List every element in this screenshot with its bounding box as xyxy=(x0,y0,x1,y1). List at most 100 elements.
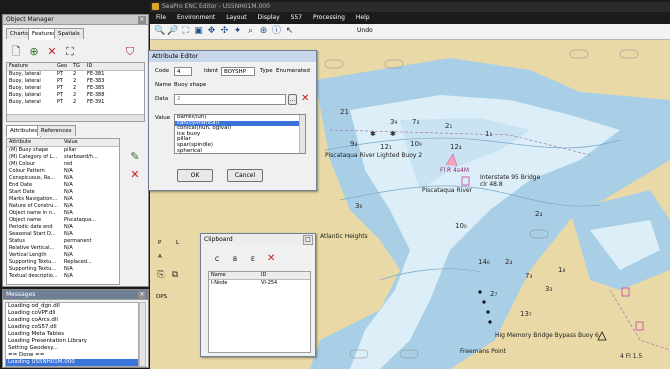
attribute-row[interactable]: Object name in n... N/A xyxy=(7,210,119,217)
object-manager-close-icon[interactable]: × xyxy=(138,16,146,24)
zoom-extent-icon[interactable]: ⛶ xyxy=(180,26,191,37)
paste-icon[interactable]: ⎘ xyxy=(154,268,168,282)
message-log: Loading od_dgn.dll Loading coVPF.dll Loadi… xyxy=(5,302,139,367)
attribute-row[interactable]: Supporting Textu... N/A xyxy=(7,266,119,273)
menu-environment[interactable]: Environment xyxy=(177,12,215,23)
zoom-out-icon[interactable]: 🔎 xyxy=(167,26,178,37)
query-icon[interactable]: ⌕ xyxy=(245,26,256,37)
attribute-row[interactable]: (M) Buoy shape pillar xyxy=(7,147,119,154)
col-tg[interactable]: TG xyxy=(71,63,85,70)
attribute-row[interactable]: Marks Navigation... N/A xyxy=(7,196,119,203)
attribute-row[interactable]: Colour Pattern N/A xyxy=(7,168,119,175)
clip-id-cell: VI-254 xyxy=(261,280,278,286)
tab-spatials[interactable]: Spatials xyxy=(54,28,84,39)
attribute-row[interactable]: (M) Colour red xyxy=(7,161,119,168)
attribute-value-cell: N/A xyxy=(64,175,73,181)
delete-icon[interactable]: ✕ xyxy=(45,45,59,59)
attribute-row[interactable]: Object name Piscataqua... xyxy=(7,217,119,224)
attribute-value-cell: N/A xyxy=(64,182,73,188)
pointer-icon[interactable]: ↖ xyxy=(284,26,295,37)
ident-field[interactable]: BOYSHP xyxy=(221,67,255,76)
message-scrollbar[interactable] xyxy=(139,302,146,367)
menu-display[interactable]: Display xyxy=(258,12,280,23)
tab-attributes[interactable]: Attributes xyxy=(6,125,42,137)
col-feature[interactable]: Feature xyxy=(7,63,55,70)
col-name[interactable]: Name xyxy=(209,272,259,279)
side-label-a: A xyxy=(158,254,162,260)
attribute-row[interactable]: Supporting Textu... Replaced... xyxy=(7,259,119,266)
attribute-row[interactable]: Status permanent xyxy=(7,238,119,245)
menu-file[interactable]: File xyxy=(156,12,166,23)
attribute-row[interactable]: Textual descriptio... N/A xyxy=(7,273,119,280)
attribute-row[interactable]: Start Date N/A xyxy=(7,189,119,196)
attribute-row[interactable]: Relative Vertical... N/A xyxy=(7,245,119,252)
svg-text:✱: ✱ xyxy=(390,130,396,138)
messages-close-icon[interactable]: × xyxy=(138,291,146,299)
attribute-row[interactable]: (M) Category of L... starboard/h... xyxy=(7,154,119,161)
id-cell: FE-388 xyxy=(87,92,105,98)
col-geo[interactable]: Geo xyxy=(55,63,71,70)
new-document-icon[interactable]: 🗋 xyxy=(9,45,23,59)
value-option[interactable]: spherical xyxy=(175,148,305,153)
data-field[interactable]: 2 xyxy=(174,94,286,105)
table-row[interactable]: Buoy, lateral PT 2 FE-381 xyxy=(7,71,144,78)
col-attribute[interactable]: Attribute xyxy=(7,139,62,146)
attribute-name-cell: (M) Colour xyxy=(9,161,36,167)
copy-icon[interactable]: ⧉ xyxy=(168,268,182,282)
feature-cell: Buoy, lateral xyxy=(9,92,41,98)
clipboard-close-icon[interactable]: □ xyxy=(303,235,313,245)
attribute-row[interactable]: Conspicuous, Ra... N/A xyxy=(7,175,119,182)
clipboard-button-e[interactable]: E xyxy=(251,256,255,263)
zoom-in-icon[interactable]: 🔍 xyxy=(154,26,165,37)
tg-cell: 2 xyxy=(73,99,77,105)
cancel-button[interactable]: Cancel xyxy=(227,169,263,182)
menu-processing[interactable]: Processing xyxy=(313,12,345,23)
feature-cell: Buoy, lateral xyxy=(9,99,41,105)
edit-attribute-icon[interactable]: ✎ xyxy=(128,150,142,164)
info-icon[interactable]: ⓘ xyxy=(271,26,282,37)
undo-button[interactable]: Undo xyxy=(357,27,373,34)
table-row[interactable]: Buoy, lateral PT 2 FE-388 xyxy=(7,92,144,99)
attribute-value-cell: N/A xyxy=(64,252,73,258)
object-manager-title: Object Manager xyxy=(3,15,148,25)
filter-icon[interactable]: ⛉ xyxy=(123,45,137,59)
menu-s57[interactable]: S57 xyxy=(291,12,302,23)
zoom-extent-icon[interactable]: ⛶ xyxy=(63,45,77,59)
clear-data-icon[interactable]: ✕ xyxy=(301,93,309,104)
table-row[interactable]: Buoy, lateral PT 2 FE-391 xyxy=(7,99,144,106)
col-clip-id[interactable]: ID xyxy=(259,272,309,279)
zoom-window-icon[interactable]: ▣ xyxy=(193,26,204,37)
select-icon[interactable]: ⊛ xyxy=(258,26,269,37)
table-row[interactable]: Buoy, lateral PT 2 FE-385 xyxy=(7,85,144,92)
add-point-icon[interactable]: ✦ xyxy=(232,26,243,37)
clipboard-button-c[interactable]: C xyxy=(215,256,219,263)
attribute-value-cell: pillar xyxy=(64,147,77,153)
browse-button[interactable]: … xyxy=(288,94,297,105)
table-row[interactable]: I-Node VI-254 xyxy=(209,280,310,287)
col-value[interactable]: Value xyxy=(62,139,117,146)
attribute-tabs: Attributes References xyxy=(6,125,146,137)
feature-hscrollbar[interactable] xyxy=(7,114,144,121)
menu-help[interactable]: Help xyxy=(356,12,370,23)
move-icon[interactable]: ✣ xyxy=(219,26,230,37)
clipboard-delete-icon[interactable]: ✕ xyxy=(267,253,275,264)
map-label-light-fl: 4 Fl 1.5 xyxy=(620,353,643,360)
attribute-row[interactable]: Periodic date end N/A xyxy=(7,224,119,231)
pan-icon[interactable]: ✥ xyxy=(206,26,217,37)
ok-button[interactable]: OK xyxy=(177,169,213,182)
attribute-row[interactable]: End Date N/A xyxy=(7,182,119,189)
value-listbox[interactable]: barrel(tun) can(cylindrical) conical(nun, … xyxy=(174,114,306,154)
tab-references[interactable]: References xyxy=(37,125,76,136)
code-field[interactable]: 4 xyxy=(174,67,192,76)
attribute-row[interactable]: Seasonal Start D... N/A xyxy=(7,231,119,238)
add-feature-icon[interactable]: ⊕ xyxy=(27,45,41,59)
attribute-row[interactable]: Vertical Length N/A xyxy=(7,252,119,259)
clipboard-button-b[interactable]: B xyxy=(233,256,237,263)
attribute-value-cell: N/A xyxy=(64,210,73,216)
attribute-row[interactable]: Nature of Constru... N/A xyxy=(7,203,119,210)
remove-attribute-icon[interactable]: ✕ xyxy=(128,168,142,182)
value-listbox-scrollbar[interactable] xyxy=(299,115,305,153)
menu-layout[interactable]: Layout xyxy=(226,12,246,23)
col-id[interactable]: ID xyxy=(85,63,125,70)
table-row[interactable]: Buoy, lateral PT 2 FE-383 xyxy=(7,78,144,85)
